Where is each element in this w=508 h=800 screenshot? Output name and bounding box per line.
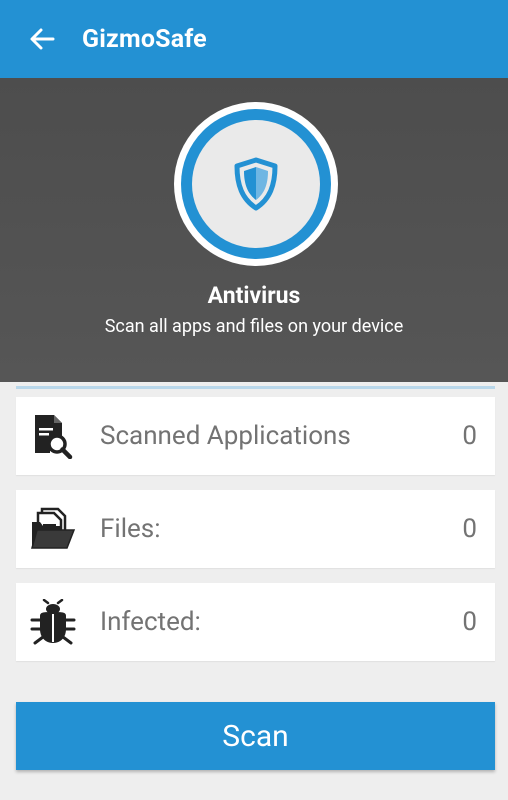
stat-label: Files: [100, 514, 161, 544]
stat-value: 0 [462, 514, 477, 544]
hero-subtitle: Scan all apps and files on your device [104, 316, 404, 337]
shield-badge [174, 102, 338, 266]
stat-value: 0 [462, 421, 477, 451]
bug-icon [30, 599, 76, 645]
stat-scanned-applications: Scanned Applications 0 [16, 397, 495, 475]
app-title: GizmoSafe [82, 24, 207, 54]
back-button[interactable] [22, 19, 62, 59]
stat-infected: Infected: 0 [16, 583, 495, 661]
antivirus-header: Antivirus Scan all apps and files on you… [0, 78, 508, 382]
stat-value: 0 [462, 607, 477, 637]
scan-button[interactable]: Scan [16, 702, 495, 770]
scan-progress-line [16, 386, 495, 389]
folder-files-icon [31, 507, 76, 549]
document-search-icon [35, 415, 73, 459]
hero-title: Antivirus [207, 282, 301, 309]
stat-label: Infected: [100, 607, 201, 637]
stat-files: Files: 0 [16, 490, 495, 568]
app-bar: GizmoSafe [0, 0, 508, 78]
stat-label: Scanned Applications [100, 421, 351, 451]
arrow-left-icon [30, 28, 55, 50]
shield-icon [234, 157, 278, 211]
